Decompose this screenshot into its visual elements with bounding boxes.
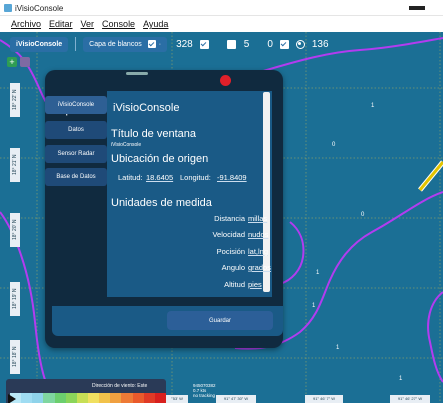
toolbar: iVisioConsole Capa de blancos · 328 5 0 … — [0, 32, 443, 56]
minimize-button[interactable] — [409, 6, 425, 10]
count-a-checkbox[interactable] — [199, 39, 209, 49]
wind-direction-label: Dirección de viento: Este — [92, 383, 148, 389]
count-a: 328 — [176, 38, 193, 50]
position-select[interactable]: lat,lng — [248, 247, 268, 256]
lat-label: 18° 19' N — [10, 282, 20, 316]
play-icon[interactable] — [8, 394, 16, 403]
layer-color-button[interactable] — [20, 57, 30, 67]
target-icon[interactable] — [295, 39, 305, 49]
lat-label: 18° 18' N — [10, 340, 20, 374]
track-info-status: no tracking — [193, 393, 216, 398]
count-d: 136 — [311, 38, 329, 50]
wind-color-scale — [10, 393, 166, 403]
lat-label: 18° 21' N — [10, 148, 20, 182]
menu-console[interactable]: Console — [102, 19, 135, 29]
nav-base-de-datos[interactable]: Base de Datos — [45, 168, 107, 186]
layer-checkbox[interactable] — [147, 40, 156, 48]
map-number: 1 — [399, 376, 403, 382]
dialog-drag-handle[interactable] — [126, 72, 148, 75]
nav-sensor-radar[interactable]: Sensor Radar — [45, 145, 107, 163]
map-number: 1 — [371, 103, 375, 109]
latitude-label: Latitud: — [118, 173, 143, 182]
wind-legend: Dirección de viento: Este — [6, 379, 166, 403]
map-number: 1 — [336, 345, 340, 351]
menu-archivo[interactable]: Archivo — [11, 19, 41, 29]
app-name-pill[interactable]: iVisioConsole — [10, 36, 69, 52]
window-title-heading: Título de ventana — [111, 128, 197, 140]
latitude-input[interactable]: 18.6405 — [146, 173, 173, 182]
units-heading: Unidades de medida — [111, 197, 212, 209]
lat-label: 18° 22' N — [10, 83, 20, 117]
map-number: 0 — [332, 142, 336, 148]
map-number: 0 — [361, 212, 365, 218]
app-icon — [4, 4, 12, 12]
angle-label: Angulo — [221, 263, 245, 272]
layer-toggle[interactable]: Capa de blancos · — [83, 36, 168, 52]
map-number: 1 — [312, 303, 316, 309]
distance-label: Distancia — [214, 214, 245, 223]
speed-select[interactable]: nudos — [248, 230, 268, 239]
layer-label: Capa de blancos — [89, 40, 142, 48]
close-icon[interactable] — [220, 75, 231, 86]
lon-label: 91° 46' 7" W — [305, 395, 343, 403]
count-b-checkbox[interactable] — [226, 39, 236, 49]
count-c: 0 — [267, 38, 273, 50]
window-title-value[interactable]: iVisioConsole — [111, 142, 141, 148]
longitude-label: Longitud: — [180, 173, 211, 182]
origin-heading: Ubicación de origen — [111, 153, 209, 165]
lon-label: °53' W — [166, 395, 188, 403]
vessel-track — [418, 160, 443, 192]
distance-select[interactable]: millas — [248, 214, 267, 223]
scrollbar[interactable] — [263, 92, 270, 292]
nav-datos[interactable]: Datos — [45, 121, 107, 139]
lat-label: 18° 20' N — [10, 213, 20, 247]
save-button[interactable]: Guardar — [167, 311, 273, 330]
menu-editar[interactable]: Editar — [49, 19, 73, 29]
speed-label: Velocidad — [212, 230, 245, 239]
menu-ver[interactable]: Ver — [81, 19, 95, 29]
altitude-label: Altitud — [224, 280, 245, 289]
angle-select[interactable]: grados — [248, 263, 271, 272]
toolbar-separator — [75, 37, 77, 51]
panel-header: iVisioConsole — [113, 102, 180, 114]
menu-ayuda[interactable]: Ayuda — [143, 19, 168, 29]
menu-bar: Archivo Editar Ver Console Ayuda — [0, 16, 443, 32]
lon-label: 91° 47' 30" W — [216, 395, 256, 403]
altitude-select[interactable]: pies — [248, 280, 262, 289]
longitude-input[interactable]: -91.8409 — [217, 173, 247, 182]
map-number: 1 — [316, 270, 320, 276]
nav-ivisioconsole[interactable]: iVisioConsole — [45, 96, 107, 114]
count-b: 5 — [243, 38, 250, 50]
position-label: Pocisión — [216, 247, 245, 256]
count-c-checkbox[interactable] — [279, 39, 289, 49]
lon-label: 91° 46' 27" W — [390, 395, 430, 403]
zoom-in-button[interactable]: + — [7, 57, 17, 67]
layer-dot: · — [158, 40, 162, 48]
title-bar: iVisioConsole — [0, 0, 443, 16]
window-title: iVisioConsole — [15, 4, 64, 13]
